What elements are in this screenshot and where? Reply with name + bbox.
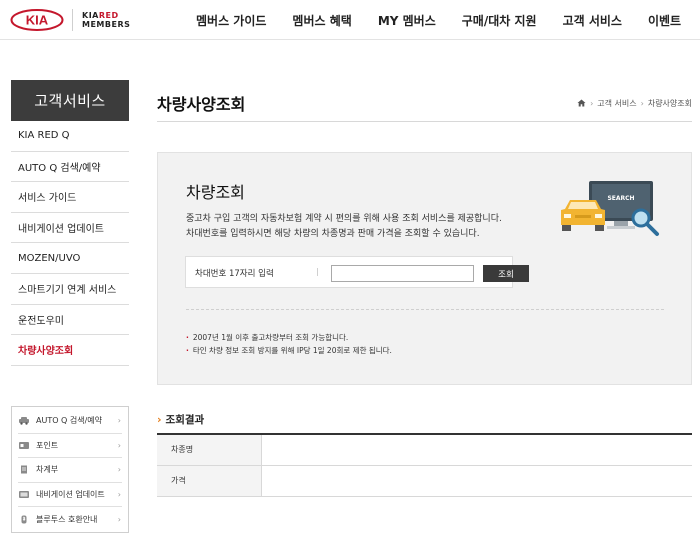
sidebar-title: 고객서비스	[11, 80, 129, 121]
sidebar-item-kia-red-q[interactable]: KIA RED Q	[11, 121, 129, 152]
vin-input-label: 차대번호 17자리 입력	[195, 269, 274, 279]
vin-label-separator: |	[316, 267, 319, 276]
breadcrumb-current: 차량사양조회	[647, 99, 692, 108]
result-table: 차종명 가격	[157, 433, 692, 497]
quick-menu: AUTO Q 검색/예약 › 포인트 › 차계부 › 내비게이션 업데이트 › …	[11, 406, 129, 533]
chevron-right-icon: ›	[117, 465, 121, 475]
panel-title: 차량조회	[186, 183, 245, 202]
panel-divider	[186, 309, 664, 310]
site-header: KIA KIARED MEMBERS 멤버스 가이드 멤버스 혜택 MY 멤버스…	[0, 0, 700, 40]
breadcrumb: › 고객 서비스 › 차량사양조회	[577, 98, 692, 109]
sidebar-menu: KIA RED Q AUTO Q 검색/예약 서비스 가이드 내비게이션 업데이…	[11, 121, 129, 366]
sidebar-item-smart-device[interactable]: 스마트기기 연계 서비스	[11, 274, 129, 305]
quick-item-label: 포인트	[36, 440, 59, 450]
svg-text:SEARCH: SEARCH	[607, 195, 634, 202]
point-icon	[18, 441, 30, 450]
navigation-icon	[18, 490, 30, 499]
table-row: 차종명	[157, 434, 692, 466]
quick-item-label: AUTO Q 검색/예약	[36, 416, 103, 426]
members-logo-members: MEMBERS	[82, 20, 131, 29]
chevron-right-icon: ›	[117, 490, 121, 500]
notice-item: 2007년 1월 이후 출고차량부터 조회 가능합니다.	[186, 331, 392, 344]
sidebar-item-driving-assistant[interactable]: 운전도우미	[11, 305, 129, 336]
result-label-model: 차종명	[157, 434, 262, 466]
quick-item-auto-q[interactable]: AUTO Q 검색/예약 ›	[18, 409, 122, 434]
chevron-right-icon: ›	[117, 515, 121, 525]
quick-item-label: 블루투스 호환안내	[36, 515, 98, 525]
chevron-right-icon: ›	[117, 416, 121, 426]
vehicle-search-panel: 차량조회 중고차 구입 고객의 자동차보험 계약 시 편의를 위해 사용 조회 …	[157, 152, 692, 385]
members-logo-kia: KIA	[82, 11, 99, 20]
vin-input[interactable]	[331, 265, 474, 282]
members-logo-red: RED	[98, 11, 119, 20]
main-navigation: 멤버스 가이드 멤버스 혜택 MY 멤버스 구매/대차 지원 고객 서비스 이벤…	[196, 12, 681, 29]
result-label-price: 가격	[157, 465, 262, 497]
sidebar-item-service-guide[interactable]: 서비스 가이드	[11, 182, 129, 213]
sidebar-item-auto-q[interactable]: AUTO Q 검색/예약	[11, 152, 129, 183]
sidebar-item-vehicle-spec[interactable]: 차량사양조회	[11, 335, 129, 366]
quick-item-bluetooth[interactable]: 블루투스 호환안내 ›	[18, 507, 122, 532]
quick-item-ledger[interactable]: 차계부 ›	[18, 458, 122, 483]
panel-description-line: 차대번호를 입력하시면 해당 차량의 차종명과 판매 가격을 조회할 수 있습니…	[186, 229, 480, 239]
nav-event[interactable]: 이벤트	[648, 12, 681, 29]
quick-item-label: 내비게이션 업데이트	[36, 490, 105, 500]
breadcrumb-customer-service[interactable]: 고객 서비스	[597, 98, 636, 109]
ledger-icon	[18, 465, 30, 474]
result-value-model	[261, 434, 692, 466]
notice-list: 2007년 1월 이후 출고차량부터 조회 가능합니다. 타인 차량 정보 조회…	[186, 331, 392, 357]
search-button[interactable]: 조회	[483, 265, 529, 282]
sidebar-item-navigation-update[interactable]: 내비게이션 업데이트	[11, 213, 129, 244]
breadcrumb-separator: ›	[640, 99, 644, 108]
bluetooth-icon	[18, 515, 30, 524]
kia-logo[interactable]: KIA	[10, 9, 64, 35]
panel-description-line: 중고차 구입 고객의 자동차보험 계약 시 편의를 위해 사용 조회 서비스를 …	[186, 214, 502, 224]
nav-purchase-support[interactable]: 구매/대차 지원	[462, 12, 537, 29]
panel-description: 중고차 구입 고객의 자동차보험 계약 시 편의를 위해 사용 조회 서비스를 …	[186, 212, 502, 242]
svg-text:KIA: KIA	[26, 13, 49, 28]
result-section-title: › 조회결과	[157, 412, 204, 427]
table-row: 가격	[157, 465, 692, 497]
result-value-price	[261, 465, 692, 497]
title-divider	[157, 121, 692, 122]
quick-item-navigation[interactable]: 내비게이션 업데이트 ›	[18, 483, 122, 508]
car-icon	[18, 416, 30, 425]
home-icon[interactable]	[577, 99, 586, 109]
nav-members-guide[interactable]: 멤버스 가이드	[196, 12, 266, 29]
quick-item-point[interactable]: 포인트 ›	[18, 434, 122, 459]
breadcrumb-separator: ›	[590, 99, 594, 108]
result-title-text: 조회결과	[165, 414, 205, 426]
quick-item-label: 차계부	[36, 465, 59, 475]
notice-item: 타인 차량 정보 조회 방지를 위해 IP당 1일 20회로 제한 됩니다.	[186, 344, 392, 357]
nav-customer-service[interactable]: 고객 서비스	[563, 12, 622, 29]
page-title: 차량사양조회	[157, 95, 246, 114]
nav-members-benefits[interactable]: 멤버스 혜택	[292, 12, 351, 29]
chevron-right-icon: ›	[117, 440, 121, 450]
sidebar-item-mozen-uvo[interactable]: MOZEN/UVO	[11, 243, 129, 274]
nav-my-members[interactable]: MY 멤버스	[378, 12, 436, 29]
vin-search-box: 차대번호 17자리 입력 | 조회	[185, 256, 529, 288]
logo-divider	[72, 9, 73, 31]
kia-red-members-logo[interactable]: KIARED MEMBERS	[82, 11, 130, 29]
chevron-right-icon: ›	[157, 413, 162, 426]
search-illustration: SEARCH	[559, 179, 664, 239]
